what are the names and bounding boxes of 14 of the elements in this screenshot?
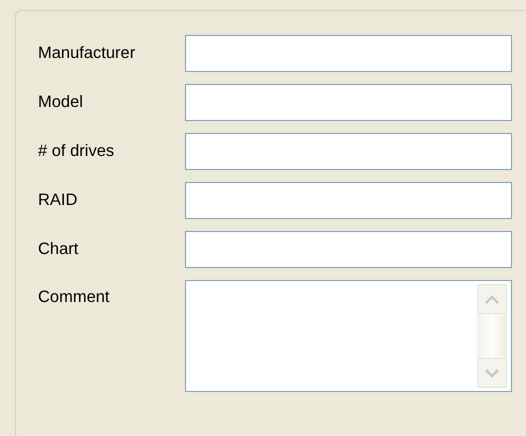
field-label: Comment [38, 287, 111, 307]
text-field[interactable] [185, 231, 512, 268]
text-field[interactable] [185, 84, 512, 121]
field-label: # of drives [38, 142, 116, 161]
scroll-down-button[interactable] [477, 358, 507, 388]
field-label: Chart [38, 240, 80, 259]
text-field[interactable] [185, 35, 512, 72]
comment-field[interactable] [185, 280, 512, 392]
text-field[interactable] [185, 133, 512, 170]
field-label: Manufacturer [38, 44, 136, 63]
field-label: RAID [38, 191, 78, 210]
field-label: Model [38, 93, 84, 112]
scroll-up-button[interactable] [477, 284, 507, 314]
text-field[interactable] [185, 182, 512, 219]
